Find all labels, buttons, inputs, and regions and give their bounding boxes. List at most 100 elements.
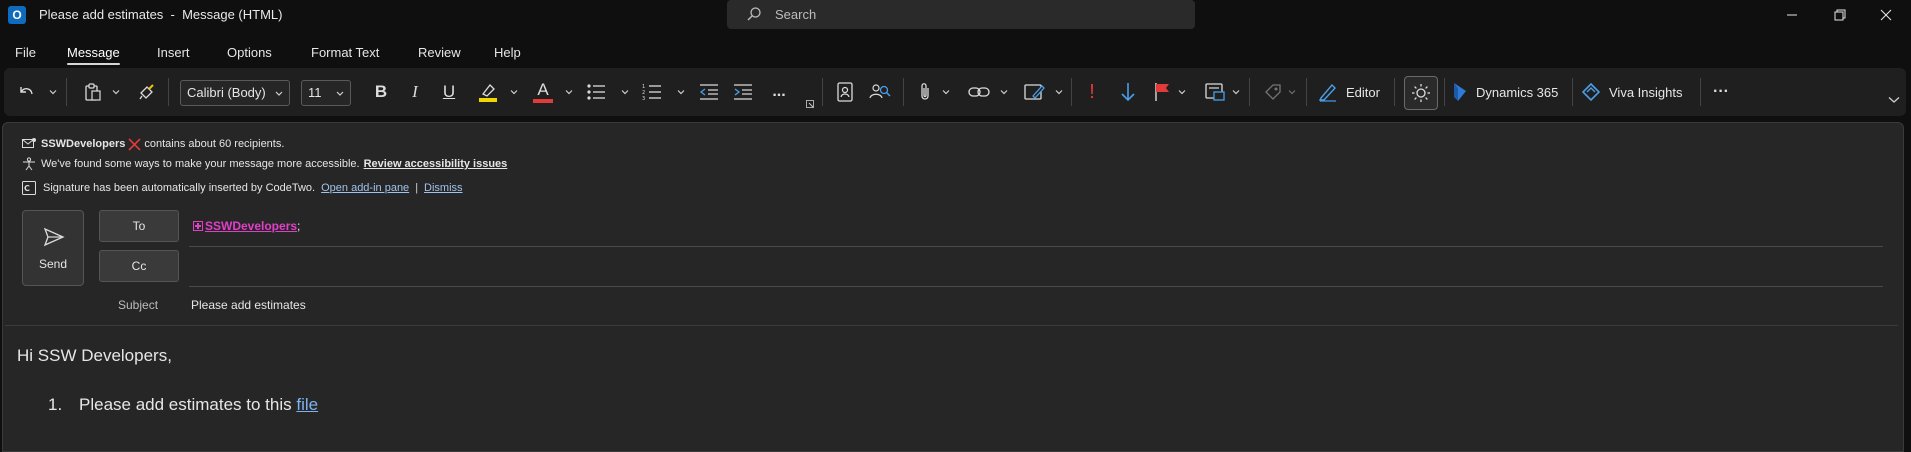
- bullet-list-icon: [587, 84, 605, 100]
- viva-insights-button[interactable]: Viva Insights: [1581, 78, 1693, 106]
- send-icon: [43, 227, 65, 247]
- paste-dropdown-icon[interactable]: [112, 88, 120, 96]
- follow-up-flag-button[interactable]: [1150, 78, 1174, 106]
- bold-button[interactable]: B: [369, 78, 393, 106]
- to-recipient-name[interactable]: SSWDevelopers: [205, 219, 297, 233]
- ribbon-separator: [1572, 78, 1573, 106]
- search-box[interactable]: Search: [727, 0, 1195, 29]
- to-field-underline[interactable]: [189, 246, 1883, 247]
- font-name-select[interactable]: Calibri (Body): [180, 80, 290, 106]
- paste-icon: [85, 83, 101, 101]
- more-formatting-button[interactable]: ...: [766, 78, 792, 106]
- address-book-button[interactable]: [833, 78, 857, 106]
- format-painter-button[interactable]: [135, 78, 159, 106]
- undo-button[interactable]: [14, 78, 38, 106]
- font-size-select[interactable]: 11: [301, 80, 351, 106]
- close-button[interactable]: [1863, 0, 1909, 30]
- dismiss-link[interactable]: Dismiss: [424, 182, 463, 194]
- font-size-value: 11: [308, 85, 322, 100]
- dynamics-365-label: Dynamics 365: [1476, 84, 1559, 100]
- editor-pen-icon: [1318, 83, 1336, 102]
- attach-file-button[interactable]: [913, 78, 937, 106]
- editor-button[interactable]: Editor: [1318, 78, 1400, 106]
- link-button[interactable]: [966, 78, 992, 106]
- font-color-dropdown-icon[interactable]: [565, 88, 573, 96]
- bullets-button[interactable]: [584, 78, 608, 106]
- restore-icon: [1834, 9, 1846, 21]
- message-greeting[interactable]: Hi SSW Developers,: [17, 346, 172, 366]
- bullets-dropdown-icon[interactable]: [621, 88, 629, 96]
- sensitivity-icon: [1205, 83, 1225, 101]
- tab-review[interactable]: Review: [418, 45, 461, 60]
- flag-dropdown-icon[interactable]: [1178, 88, 1186, 96]
- message-list-item[interactable]: 1. Please add estimates to this file: [48, 395, 318, 415]
- ribbon-separator: [66, 78, 67, 106]
- undo-icon: [20, 87, 33, 95]
- switch-background-button[interactable]: [1404, 76, 1438, 110]
- to-button[interactable]: To: [99, 210, 179, 242]
- link-dropdown-icon[interactable]: [1000, 88, 1008, 96]
- accessibility-icon: [23, 157, 35, 171]
- tab-insert[interactable]: Insert: [157, 45, 190, 60]
- numbering-button[interactable]: 123: [640, 78, 664, 106]
- list-item-text: Please add estimates to this: [79, 395, 297, 414]
- signature-notice-text: Signature has been automatically inserte…: [43, 182, 316, 194]
- file-link[interactable]: file: [296, 395, 318, 414]
- cc-button[interactable]: Cc: [99, 250, 179, 282]
- more-commands-button[interactable]: ···: [1706, 78, 1736, 106]
- notice-separator: |: [415, 182, 419, 194]
- open-add-in-pane-link[interactable]: Open add-in pane: [321, 182, 409, 194]
- paperclip-icon: [921, 83, 929, 100]
- decrease-indent-button[interactable]: [697, 78, 721, 106]
- minimize-icon: [1787, 14, 1797, 16]
- apply-policy-button[interactable]: [1261, 78, 1287, 106]
- italic-button[interactable]: I: [403, 78, 427, 106]
- list-item-number: 1.: [48, 395, 63, 414]
- tab-format-text[interactable]: Format Text: [311, 45, 379, 60]
- tab-file[interactable]: File: [15, 45, 36, 60]
- increase-indent-button[interactable]: [731, 78, 755, 106]
- font-color-button[interactable]: A: [530, 78, 556, 106]
- subject-input[interactable]: Please add estimates: [191, 298, 306, 312]
- highlight-button[interactable]: [475, 78, 501, 106]
- svg-text:C: C: [24, 184, 30, 193]
- send-button[interactable]: Send: [22, 210, 84, 286]
- tab-message[interactable]: Message: [67, 45, 120, 65]
- expand-group-icon[interactable]: [193, 221, 203, 231]
- signature-button[interactable]: [1022, 78, 1048, 106]
- ribbon-collapse-chevron-icon[interactable]: [1888, 96, 1900, 104]
- undo-dropdown-icon[interactable]: [49, 88, 57, 96]
- paste-button[interactable]: [80, 78, 106, 106]
- tab-options[interactable]: Options: [227, 45, 272, 60]
- policy-icon: [1265, 84, 1281, 100]
- underline-button[interactable]: U: [437, 78, 461, 106]
- review-accessibility-link[interactable]: Review accessibility issues: [364, 158, 508, 170]
- accessibility-notice-text: We've found some ways to make your messa…: [41, 158, 360, 170]
- signature-dropdown-icon[interactable]: [1055, 88, 1063, 96]
- restore-button[interactable]: [1817, 0, 1863, 30]
- minimize-button[interactable]: [1769, 0, 1815, 30]
- distribution-group-name: SSWDevelopers: [41, 138, 126, 150]
- attach-dropdown-icon[interactable]: [942, 88, 950, 96]
- policy-dropdown-icon[interactable]: [1288, 88, 1296, 96]
- to-recipient-chip[interactable]: SSWDevelopers;: [193, 219, 300, 233]
- high-importance-button[interactable]: !: [1080, 78, 1104, 106]
- tab-help[interactable]: Help: [494, 45, 521, 60]
- numbering-dropdown-icon[interactable]: [677, 88, 685, 96]
- ribbon-separator: [1444, 78, 1445, 106]
- highlight-dropdown-icon[interactable]: [510, 88, 518, 96]
- viva-insights-label: Viva Insights: [1609, 84, 1683, 100]
- sun-icon: [1412, 84, 1430, 102]
- dynamics-365-button[interactable]: Dynamics 365: [1452, 78, 1564, 106]
- sensitivity-button[interactable]: [1202, 78, 1228, 106]
- notice-recipients: SSWDevelopers contains about 60 recipien…: [22, 136, 284, 152]
- signature-icon: [1024, 84, 1045, 100]
- low-importance-button[interactable]: [1116, 78, 1140, 106]
- sensitivity-dropdown-icon[interactable]: [1232, 88, 1240, 96]
- cc-field-underline[interactable]: [189, 286, 1883, 287]
- ribbon-separator: [822, 78, 823, 106]
- menu-bar: File Message Insert Options Format Text …: [0, 42, 1911, 66]
- format-painter-icon: [139, 84, 154, 100]
- dialog-launcher-icon[interactable]: [806, 100, 814, 108]
- check-names-button[interactable]: [868, 78, 892, 106]
